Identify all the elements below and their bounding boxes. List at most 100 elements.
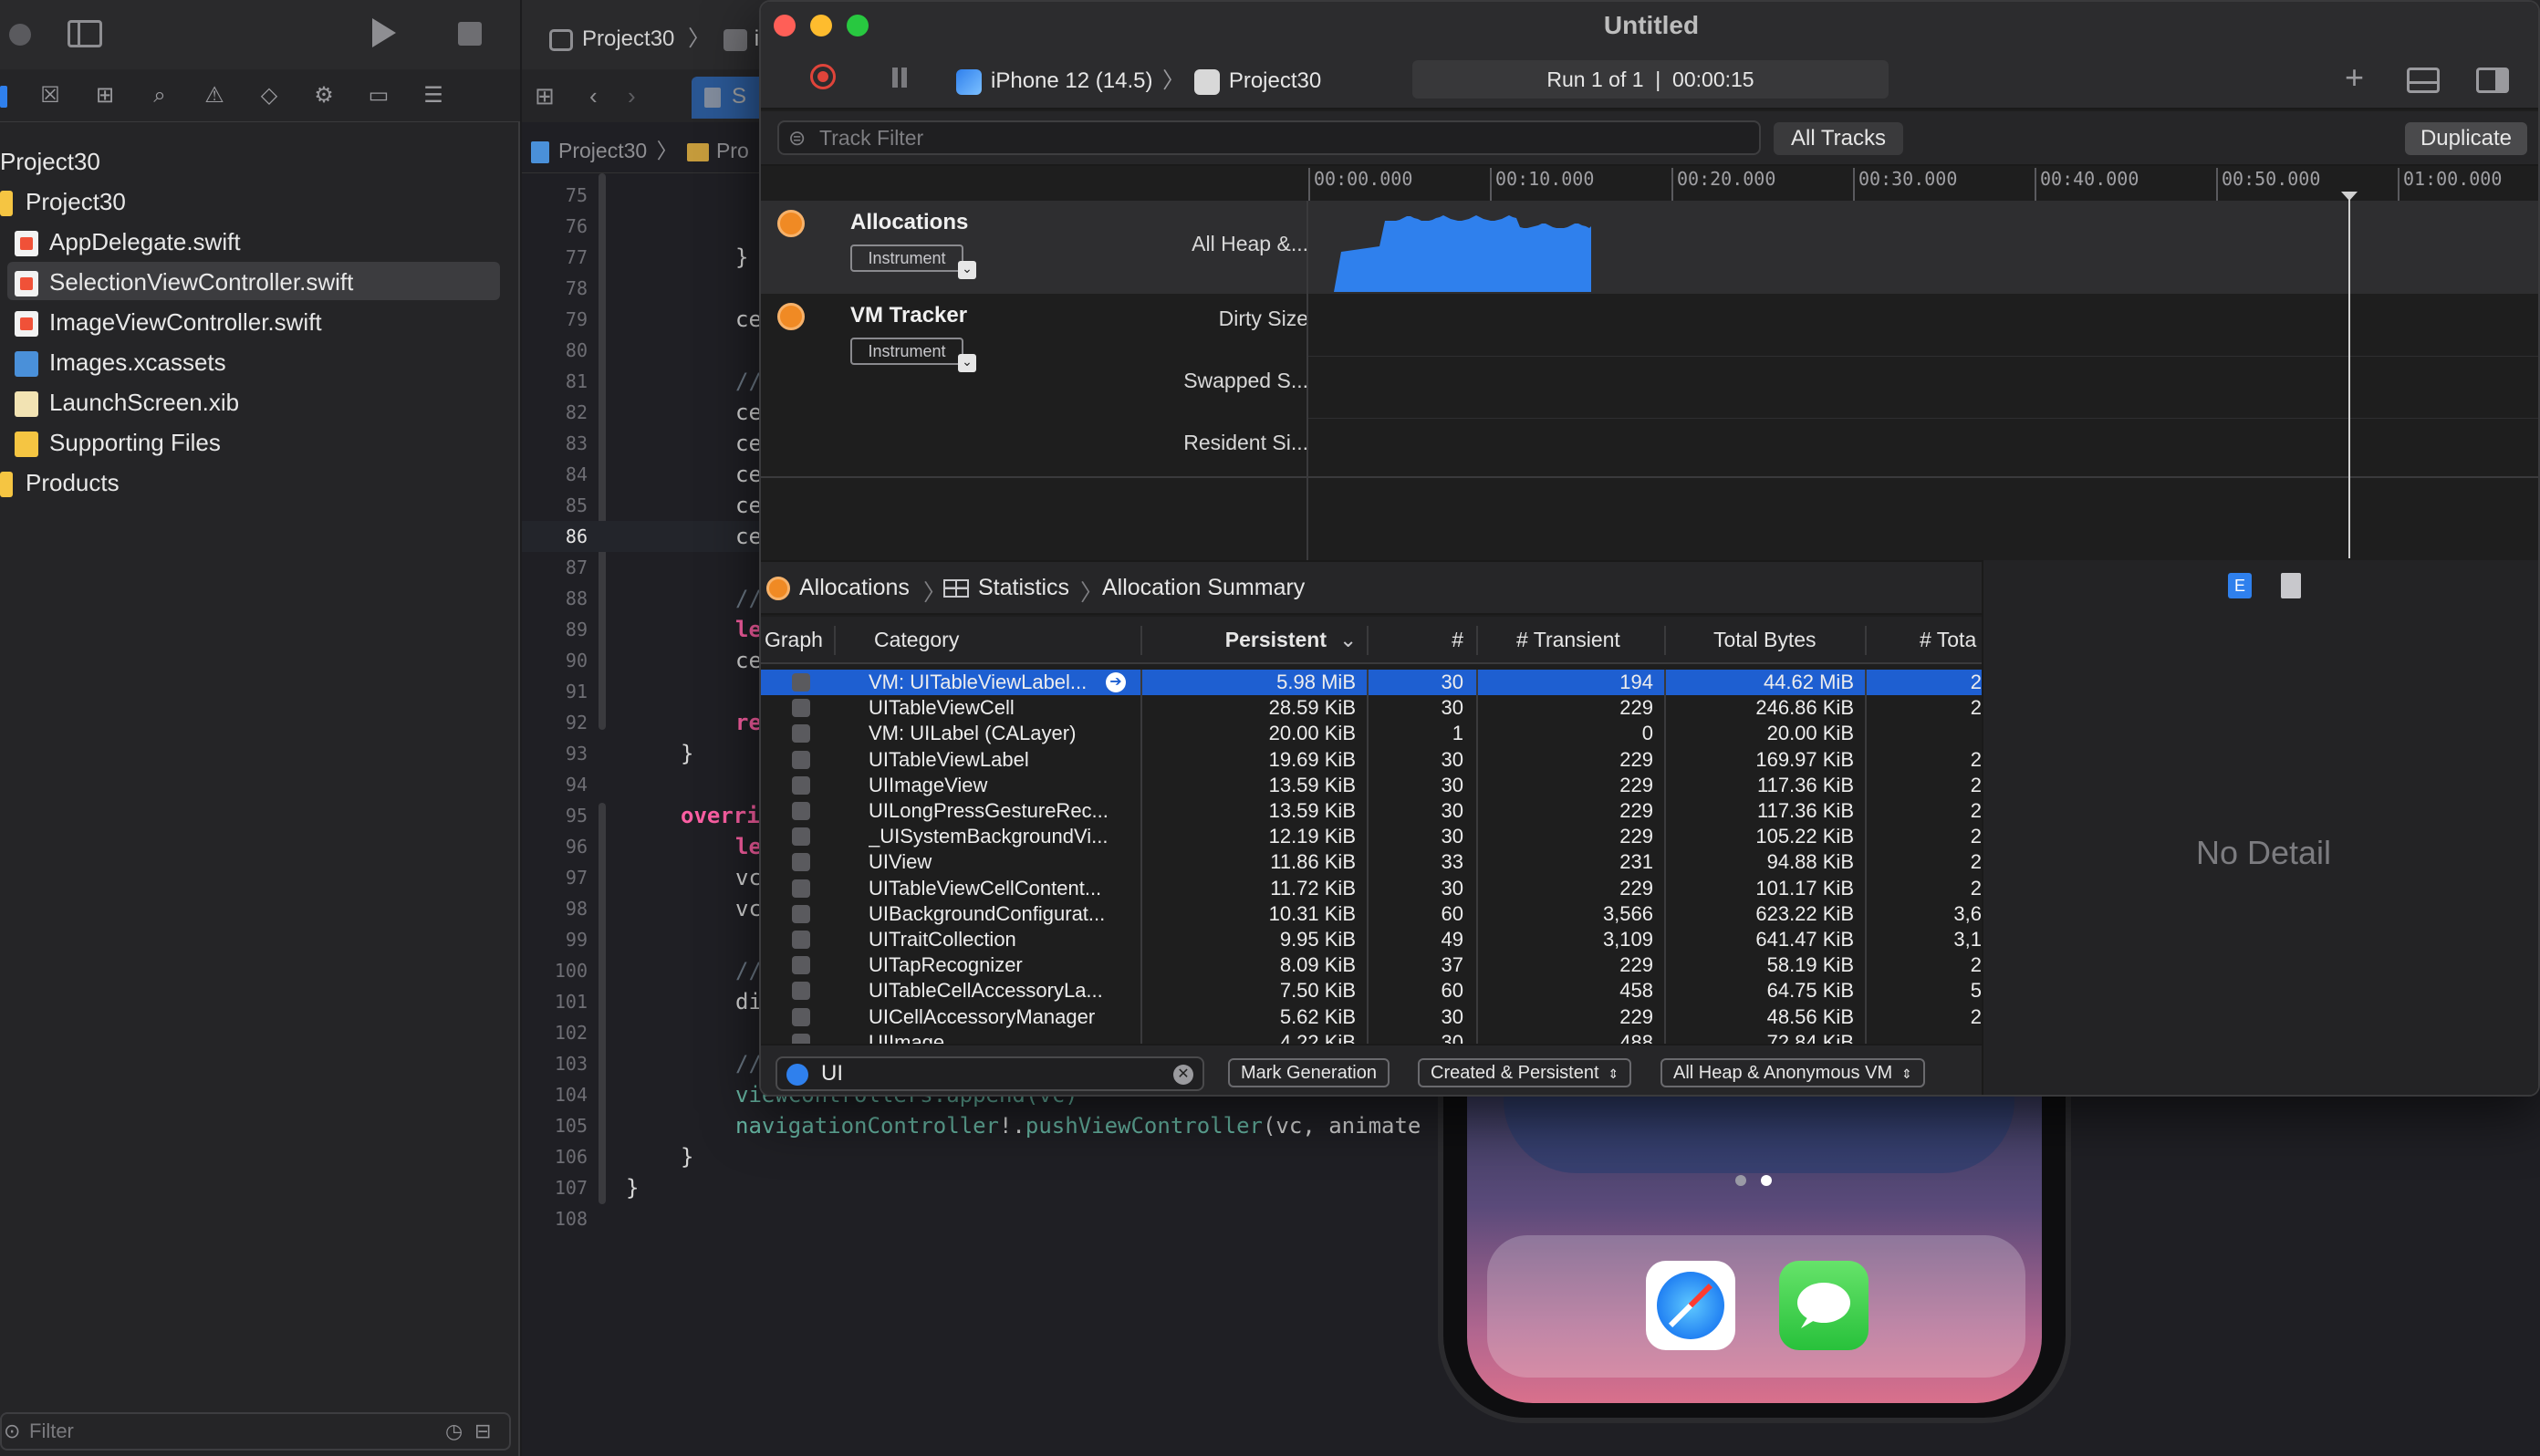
tree-item-products[interactable]: Products [0, 464, 120, 501]
graph-checkbox[interactable] [792, 827, 810, 847]
line-number[interactable]: 77 [522, 242, 588, 273]
track-detail-label[interactable]: Swapped S... [1173, 369, 1308, 393]
breadcrumb-statistics[interactable]: Statistics [943, 575, 1069, 601]
time-ruler[interactable]: 00:00.000 00:10.000 00:20.000 00:30.000 00:4… [1308, 168, 2538, 201]
find-navigator-icon[interactable]: ⌕ [146, 82, 173, 109]
graph-checkbox[interactable] [792, 1033, 810, 1044]
table-row[interactable]: VM: UITableViewLabel... 5.98 MiB 30 194 44.6… [761, 670, 1982, 695]
line-number[interactable]: 75 [522, 180, 588, 211]
clear-filter-icon[interactable]: ✕ [1173, 1065, 1193, 1085]
line-number[interactable]: 86 [522, 521, 588, 552]
graph-checkbox[interactable] [792, 802, 810, 820]
editor-tab[interactable]: S [692, 77, 765, 119]
line-number[interactable]: 97 [522, 862, 588, 893]
code-line-77[interactable]: } [735, 242, 748, 273]
graph-checkbox[interactable] [792, 673, 810, 692]
code-line-86[interactable]: ce [735, 521, 762, 552]
breadcrumb-allocation-summary[interactable]: Allocation Summary [1102, 575, 1305, 601]
tree-item-imageviewcontroller[interactable]: ImageViewController.swift [15, 304, 322, 340]
document-icon[interactable] [2281, 573, 2301, 598]
close-window-dot-icon[interactable] [9, 24, 31, 46]
timeline[interactable]: 00:00.000 00:10.000 00:20.000 00:30.000 00:4… [761, 168, 2538, 560]
line-number[interactable]: 81 [522, 366, 588, 397]
toggle-detail-pane-icon[interactable] [2407, 68, 2440, 93]
graph-checkbox[interactable] [792, 853, 810, 872]
line-number[interactable]: 83 [522, 428, 588, 459]
safari-icon[interactable] [1646, 1261, 1735, 1350]
line-number[interactable]: 79 [522, 304, 588, 335]
tree-item-supporting-files[interactable]: Supporting Files [15, 424, 221, 461]
graph-checkbox[interactable] [792, 879, 810, 898]
stop-icon[interactable] [458, 22, 482, 46]
code-line-93[interactable]: } [681, 738, 693, 769]
column-header-total-bytes[interactable]: Total Bytes [1713, 628, 1817, 652]
tree-item-selectionviewcontroller[interactable]: SelectionViewController.swift [15, 264, 353, 300]
graph-checkbox[interactable] [792, 904, 810, 923]
track-detail-label[interactable]: Resident Si... [1175, 431, 1308, 455]
line-number[interactable]: 105 [522, 1110, 588, 1141]
line-number[interactable]: 92 [522, 707, 588, 738]
code-line-84[interactable]: ce [735, 459, 762, 490]
detail-filter-input[interactable]: UI ✕ [776, 1056, 1204, 1091]
code-line-85[interactable]: ce [735, 490, 762, 521]
code-line-79[interactable]: ce [735, 304, 762, 335]
line-number[interactable]: 96 [522, 831, 588, 862]
target-selector[interactable]: iPhone 12 (14.5) 〉 Project30 [956, 62, 1321, 95]
recent-files-icon[interactable]: ◷ [445, 1414, 463, 1449]
tree-item-appdelegate[interactable]: AppDelegate.swift [15, 224, 241, 260]
graph-checkbox[interactable] [792, 956, 810, 975]
code-line-88[interactable]: // [735, 583, 762, 614]
tree-item-xcassets[interactable]: Images.xcassets [15, 344, 226, 380]
column-header-persistent[interactable]: Persistent [1188, 628, 1327, 652]
line-number[interactable]: 89 [522, 614, 588, 645]
code-line-106[interactable]: } [681, 1141, 693, 1172]
add-instrument-icon[interactable]: + [2345, 58, 2364, 97]
table-row[interactable]: UITableViewLabel 19.69 KiB 30 229 169.97 KiB… [761, 747, 1982, 773]
code-line-92[interactable]: re [735, 707, 762, 738]
table-row[interactable]: UITableViewCellContent... 11.72 KiB 30 229 1… [761, 876, 1982, 901]
mark-generation-button[interactable]: Mark Generation [1228, 1058, 1390, 1087]
table-row[interactable]: UITableViewCell 28.59 KiB 30 229 246.86 KiB 2 [761, 695, 1982, 721]
line-number[interactable]: 78 [522, 273, 588, 304]
breadcrumb-allocations[interactable]: Allocations [766, 575, 910, 601]
forward-arrow-icon[interactable]: › [628, 82, 636, 110]
line-number[interactable]: 80 [522, 335, 588, 366]
breakpoint-navigator-icon[interactable]: ▭ [365, 82, 392, 109]
filter-options-icon[interactable]: ⊟ [474, 1414, 491, 1449]
instrument-tag[interactable]: Instrument [850, 244, 976, 279]
track-detail-label[interactable]: All Heap &... [1078, 232, 1308, 256]
lifespan-select[interactable]: Created & Persistent ⇕ [1418, 1058, 1632, 1087]
table-row[interactable]: VM: UILabel (CALayer) 20.00 KiB 1 0 20.00 Ki… [761, 721, 1982, 746]
table-row[interactable]: UIView 11.86 KiB 33 231 94.88 KiB 2 [761, 849, 1982, 875]
table-row[interactable]: UICellAccessoryManager 5.62 KiB 30 229 48.56… [761, 1004, 1982, 1030]
sidebar-toggle-icon[interactable] [68, 20, 102, 47]
table-row[interactable]: UITapRecognizer 8.09 KiB 37 229 58.19 KiB 2 [761, 952, 1982, 978]
line-number[interactable]: 87 [522, 552, 588, 583]
code-line-107[interactable]: } [626, 1172, 639, 1203]
column-header-category[interactable]: Category [874, 628, 959, 652]
back-arrow-icon[interactable]: ‹ [589, 82, 598, 110]
graph-checkbox[interactable] [792, 750, 810, 769]
track-vm-tracker[interactable]: VM Tracker Instrument Dirty Size Swapped… [761, 294, 2538, 478]
graph-checkbox[interactable] [792, 775, 810, 795]
line-number[interactable]: 103 [522, 1048, 588, 1079]
playhead[interactable] [2348, 193, 2350, 558]
table-row[interactable]: UITraitCollection 9.95 KiB 49 3,109 641.47 K… [761, 927, 1982, 952]
allocations-table[interactable]: VM: UITableViewLabel... 5.98 MiB 30 194 44.6… [761, 670, 1982, 1044]
line-number[interactable]: 108 [522, 1203, 588, 1234]
line-number[interactable]: 101 [522, 986, 588, 1017]
line-number[interactable]: 90 [522, 645, 588, 676]
code-line-95[interactable]: overri [681, 800, 760, 831]
code-line-97[interactable]: vc [735, 862, 762, 893]
line-number[interactable]: 93 [522, 738, 588, 769]
table-row[interactable]: UILongPressGestureRec... 13.59 KiB 30 229 11… [761, 798, 1982, 824]
code-line-96[interactable]: le [735, 831, 762, 862]
related-items-icon[interactable]: ⊞ [535, 82, 555, 110]
line-number[interactable]: 106 [522, 1141, 588, 1172]
line-number[interactable]: 102 [522, 1017, 588, 1048]
messages-icon[interactable] [1779, 1261, 1869, 1350]
toggle-inspector-icon[interactable] [2476, 68, 2509, 93]
jump-bar-path[interactable]: Project30 〉 Pro [531, 133, 749, 164]
extended-detail-icon[interactable]: E [2228, 573, 2252, 598]
record-button[interactable] [810, 64, 836, 89]
